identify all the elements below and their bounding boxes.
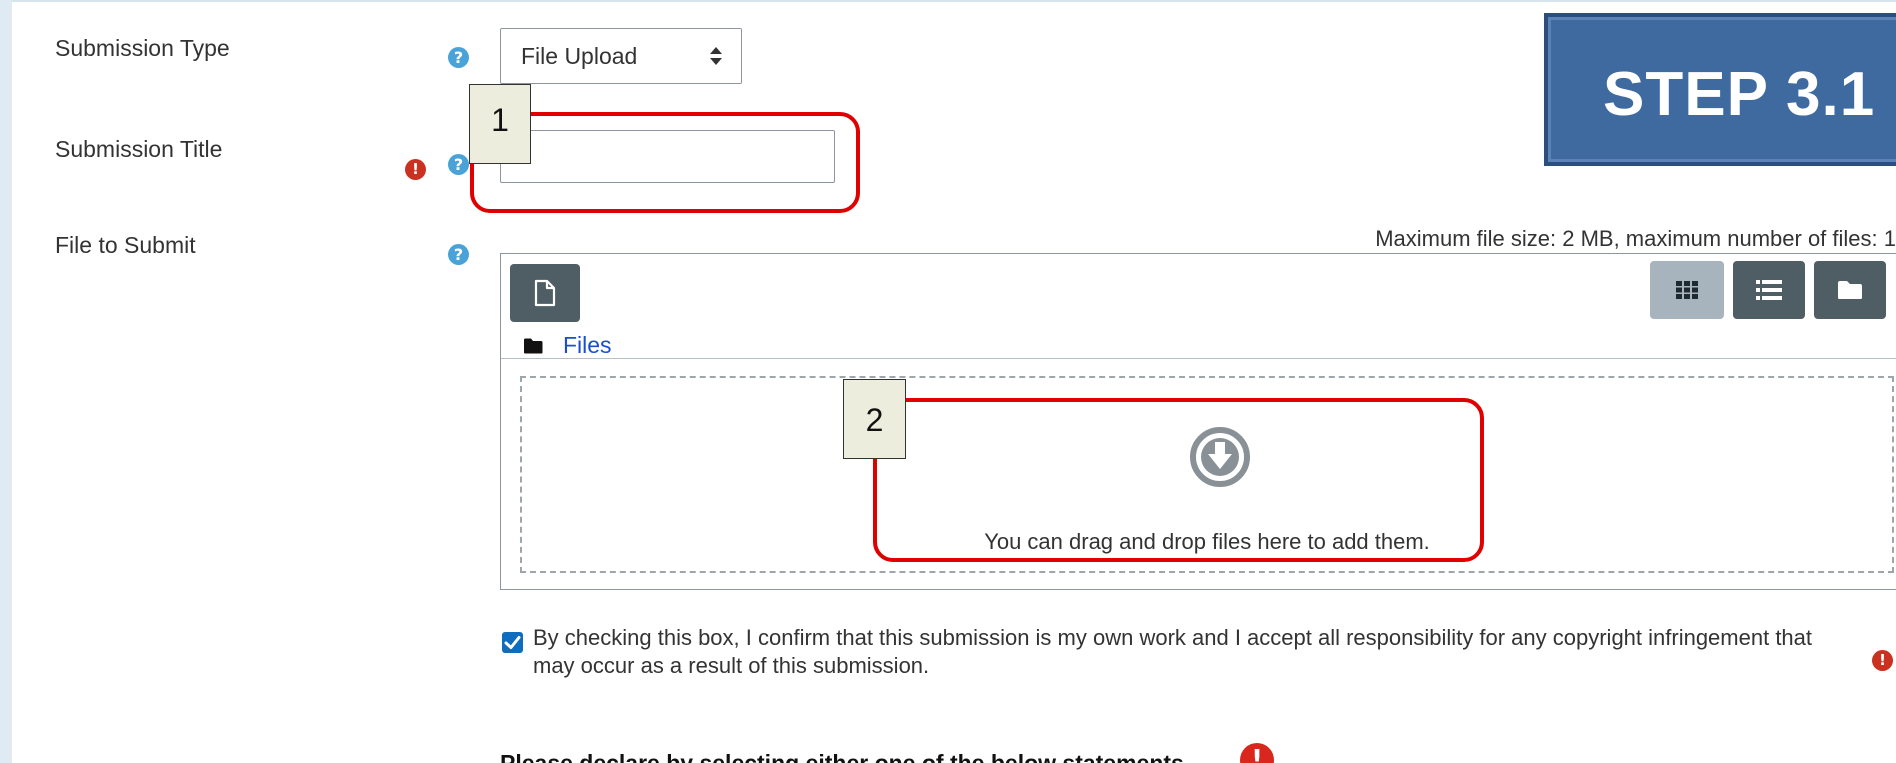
submission-type-label: Submission Type xyxy=(55,35,230,61)
submission-type-select[interactable]: File Upload xyxy=(500,28,742,84)
file-to-submit-help-icon[interactable]: ? xyxy=(448,244,469,265)
file-path-breadcrumb: Files xyxy=(501,332,1896,359)
folder-icon xyxy=(524,338,543,354)
confirm-own-work-checkbox[interactable] xyxy=(502,632,523,653)
submission-type-selected-value: File Upload xyxy=(521,43,638,69)
submission-type-help-icon[interactable]: ? xyxy=(448,47,469,68)
select-arrows-icon xyxy=(709,29,723,83)
declaration-heading: Please declare by selecting either one o… xyxy=(500,750,1184,763)
confirm-own-work-text: By checking this box, I confirm that thi… xyxy=(533,625,1813,678)
add-file-button[interactable] xyxy=(510,264,580,322)
callout-box-2 xyxy=(873,398,1484,562)
assignment-submission-form: Submission Type ? File Upload Submission… xyxy=(12,0,1896,763)
list-icon xyxy=(1756,280,1782,300)
view-icons-button[interactable] xyxy=(1650,261,1724,319)
step-banner-label: STEP 3.1 xyxy=(1603,60,1876,129)
step-banner: STEP 3.1 xyxy=(1544,13,1896,166)
required-icon: ! xyxy=(1872,650,1893,671)
submission-title-help-icon[interactable]: ? xyxy=(448,154,469,175)
checkmark-icon xyxy=(504,636,521,649)
required-icon: ! xyxy=(405,159,426,180)
file-icon xyxy=(534,279,556,307)
view-tree-button[interactable] xyxy=(1814,261,1886,319)
callout-tag-1: 1 xyxy=(469,84,531,164)
grid-icon xyxy=(1676,281,1698,299)
files-path-link[interactable]: Files xyxy=(563,332,612,359)
callout-tag-2: 2 xyxy=(843,379,906,459)
max-file-size-note: Maximum file size: 2 MB, maximum number … xyxy=(1375,226,1896,251)
submission-title-label: Submission Title xyxy=(55,136,223,162)
folder-icon xyxy=(1838,281,1862,299)
file-to-submit-label: File to Submit xyxy=(55,232,196,258)
declaration-required-icon: ! xyxy=(1240,743,1274,763)
view-list-button[interactable] xyxy=(1733,261,1805,319)
